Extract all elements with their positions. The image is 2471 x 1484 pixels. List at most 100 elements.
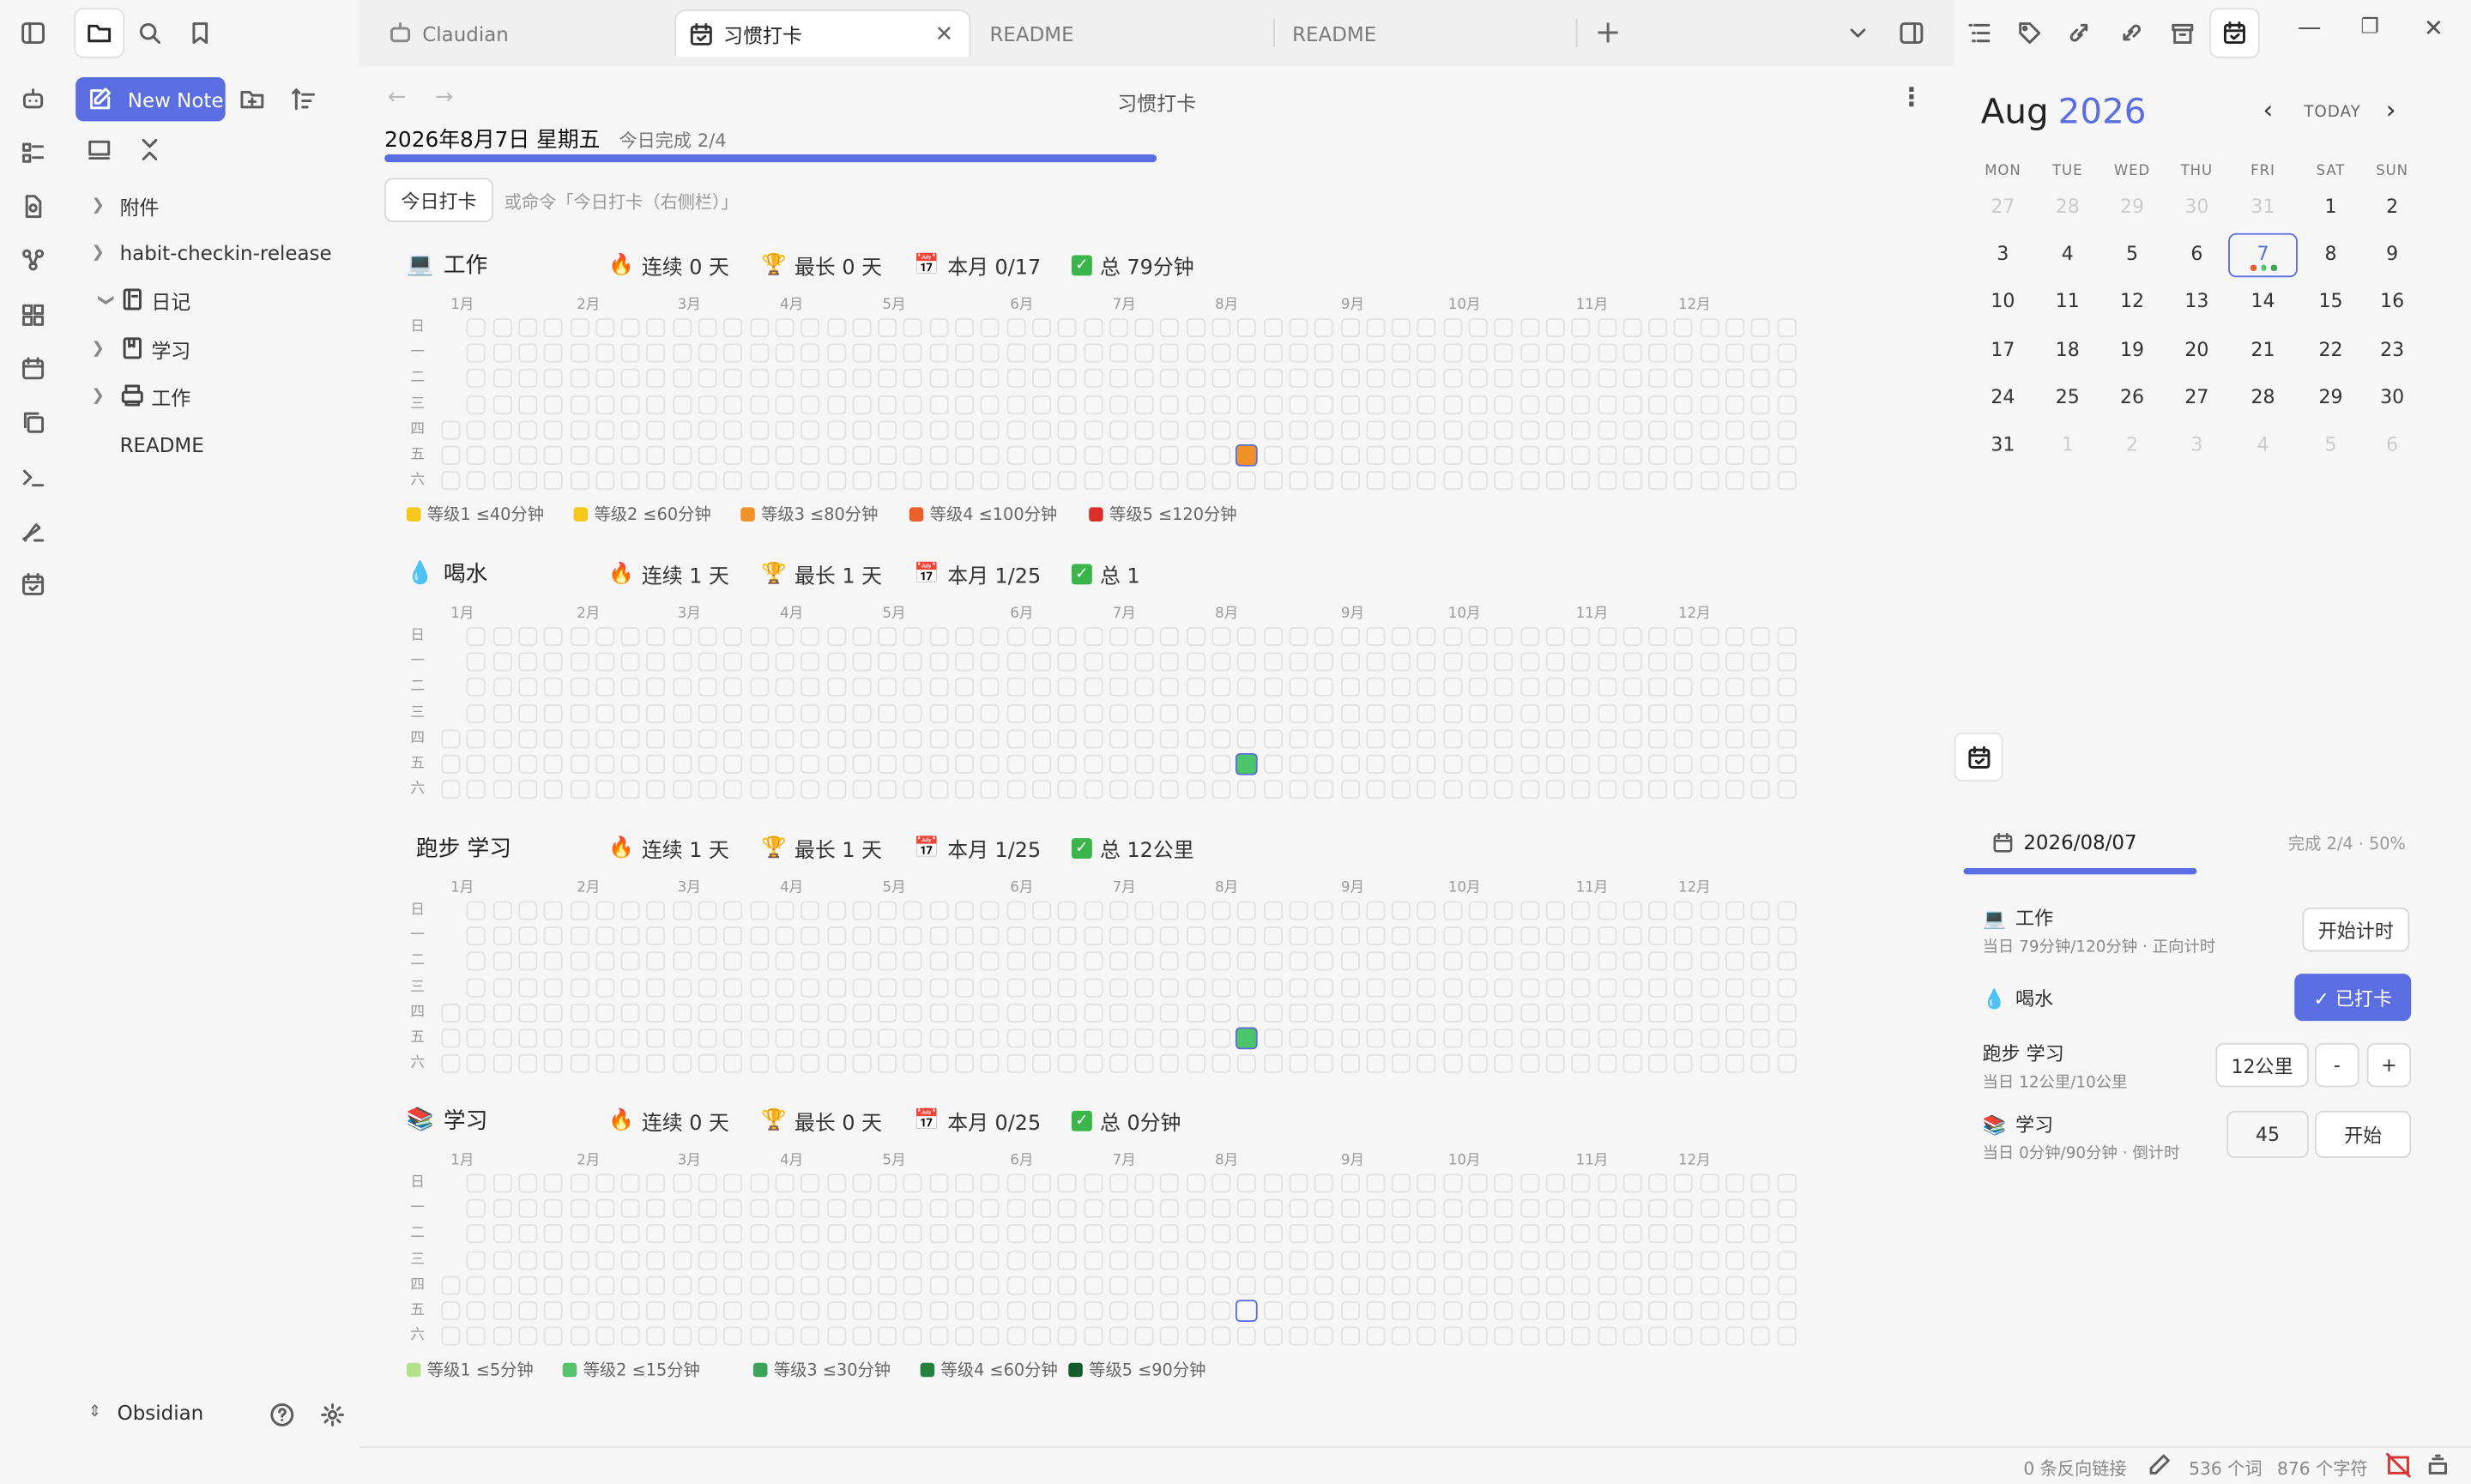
heatmap-cell[interactable] — [723, 952, 743, 972]
heatmap-cell[interactable] — [1391, 627, 1411, 647]
heatmap-cell[interactable] — [1289, 1250, 1308, 1270]
heatmap-cell[interactable] — [955, 1054, 975, 1074]
heatmap-cell[interactable] — [1674, 926, 1694, 946]
heatmap-cell[interactable] — [492, 1276, 512, 1295]
heatmap-cell[interactable] — [878, 1224, 897, 1244]
heatmap-cell[interactable] — [1777, 627, 1797, 647]
heatmap-cell[interactable] — [903, 652, 923, 672]
heatmap-cell[interactable] — [955, 1301, 975, 1321]
heatmap-cell[interactable] — [1725, 926, 1745, 946]
heatmap-cell[interactable] — [775, 1003, 794, 1023]
heatmap-cell[interactable] — [1057, 471, 1077, 491]
heatmap-cell[interactable] — [1340, 318, 1360, 338]
heatmap-cell[interactable] — [569, 1326, 589, 1346]
heatmap-cell[interactable] — [1006, 729, 1025, 749]
heatmap-cell[interactable] — [1237, 1199, 1257, 1219]
heatmap-cell[interactable] — [620, 754, 640, 774]
heatmap-cell[interactable] — [801, 754, 820, 774]
heatmap-cell[interactable] — [1571, 754, 1591, 774]
heatmap-cell[interactable] — [1314, 703, 1334, 723]
heatmap-cell[interactable] — [1237, 1054, 1257, 1074]
heatmap-cell[interactable] — [1519, 678, 1539, 697]
heatmap-cell[interactable] — [1417, 471, 1436, 491]
heatmap-cell[interactable] — [1134, 1224, 1154, 1244]
heatmap-cell[interactable] — [1622, 977, 1642, 997]
heatmap-cell[interactable] — [518, 1250, 538, 1270]
heatmap-cell[interactable] — [1725, 678, 1745, 697]
heatmap-cell[interactable] — [1211, 780, 1231, 799]
heatmap-cell[interactable] — [467, 1173, 486, 1193]
heatmap-cell[interactable] — [1134, 471, 1154, 491]
heatmap-cell[interactable] — [620, 729, 640, 749]
heatmap-cell[interactable] — [749, 1250, 769, 1270]
heatmap-cell[interactable] — [955, 471, 975, 491]
heatmap-cell[interactable] — [1006, 952, 1025, 972]
heatmap-cell[interactable] — [1468, 901, 1488, 920]
heatmap-cell[interactable] — [929, 729, 949, 749]
heatmap-cell[interactable] — [1468, 1276, 1488, 1295]
heatmap-cell[interactable] — [544, 652, 564, 672]
calendar-day[interactable]: 17 — [1974, 338, 2031, 360]
heatmap-cell[interactable] — [646, 318, 666, 338]
heatmap-cell[interactable] — [775, 1029, 794, 1048]
heatmap-cell[interactable] — [878, 1199, 897, 1219]
heatmap-cell[interactable] — [544, 627, 564, 647]
heatmap-cell[interactable] — [980, 318, 1000, 338]
heatmap-cell[interactable] — [1597, 1029, 1616, 1048]
heatmap-cell[interactable] — [1494, 445, 1513, 465]
heatmap-cell[interactable] — [1160, 1301, 1180, 1321]
heatmap-cell[interactable] — [955, 678, 975, 697]
heatmap-cell[interactable] — [569, 652, 589, 672]
calendar-day[interactable]: 2 — [2104, 433, 2160, 455]
tree-folder-attachments[interactable]: ❯ 附件 — [92, 186, 160, 224]
heatmap-cell[interactable] — [1494, 1301, 1513, 1321]
heatmap-cell[interactable] — [1597, 652, 1616, 672]
heatmap-cell[interactable] — [1289, 1054, 1308, 1074]
heatmap-cell[interactable] — [980, 1003, 1000, 1023]
heatmap-cell[interactable] — [955, 1003, 975, 1023]
heatmap-cell[interactable] — [1237, 1173, 1257, 1193]
heatmap-cell[interactable] — [1442, 1199, 1462, 1219]
heatmap-cell[interactable] — [1700, 1054, 1719, 1074]
heatmap-cell[interactable] — [467, 678, 486, 697]
heatmap-cell[interactable] — [852, 1301, 872, 1321]
heatmap-cell[interactable] — [1571, 977, 1591, 997]
heatmap-cell[interactable] — [1366, 1301, 1386, 1321]
calendar-day[interactable]: 11 — [2039, 291, 2096, 313]
heatmap-cell[interactable] — [544, 343, 564, 363]
heatmap-cell[interactable] — [980, 1173, 1000, 1193]
heatmap-cell[interactable] — [1186, 1276, 1205, 1295]
heatmap-cell[interactable] — [698, 445, 717, 465]
heatmap-cell[interactable] — [1134, 343, 1154, 363]
heatmap-cell[interactable] — [1622, 318, 1642, 338]
heatmap-cell[interactable] — [1263, 926, 1283, 946]
heatmap-cell[interactable] — [1622, 420, 1642, 440]
heatmap-cell[interactable] — [1674, 369, 1694, 389]
heatmap-cell[interactable] — [518, 977, 538, 997]
heatmap-cell[interactable] — [801, 1224, 820, 1244]
heatmap-cell[interactable] — [878, 1054, 897, 1074]
heatmap-cell[interactable] — [878, 703, 897, 723]
heatmap-cell[interactable] — [1622, 1276, 1642, 1295]
heatmap-cell[interactable] — [1751, 1054, 1771, 1074]
heatmap-cell[interactable] — [1186, 652, 1205, 672]
file-search-icon[interactable] — [17, 190, 49, 222]
heatmap-cell[interactable] — [1545, 977, 1565, 997]
heatmap-cell[interactable] — [1366, 1276, 1386, 1295]
heatmap-cell[interactable] — [1519, 369, 1539, 389]
heatmap-cell[interactable] — [1109, 627, 1128, 647]
heatmap-cell[interactable] — [646, 1276, 666, 1295]
heatmap-cell[interactable] — [595, 952, 614, 972]
heatmap-cell[interactable] — [1211, 395, 1231, 414]
calendar-day[interactable]: 19 — [2104, 338, 2160, 360]
heatmap-cell[interactable] — [672, 926, 692, 946]
heatmap-cell[interactable] — [1031, 1199, 1051, 1219]
heatmap-cell[interactable] — [1134, 1301, 1154, 1321]
heatmap-cell[interactable] — [749, 627, 769, 647]
heatmap-cell[interactable] — [775, 1276, 794, 1295]
heatmap-cell[interactable] — [1134, 754, 1154, 774]
heatmap-cell[interactable] — [1597, 952, 1616, 972]
heatmap-cell[interactable] — [801, 780, 820, 799]
calendar-day[interactable]: 4 — [2039, 243, 2096, 265]
heatmap-cell[interactable] — [595, 652, 614, 672]
